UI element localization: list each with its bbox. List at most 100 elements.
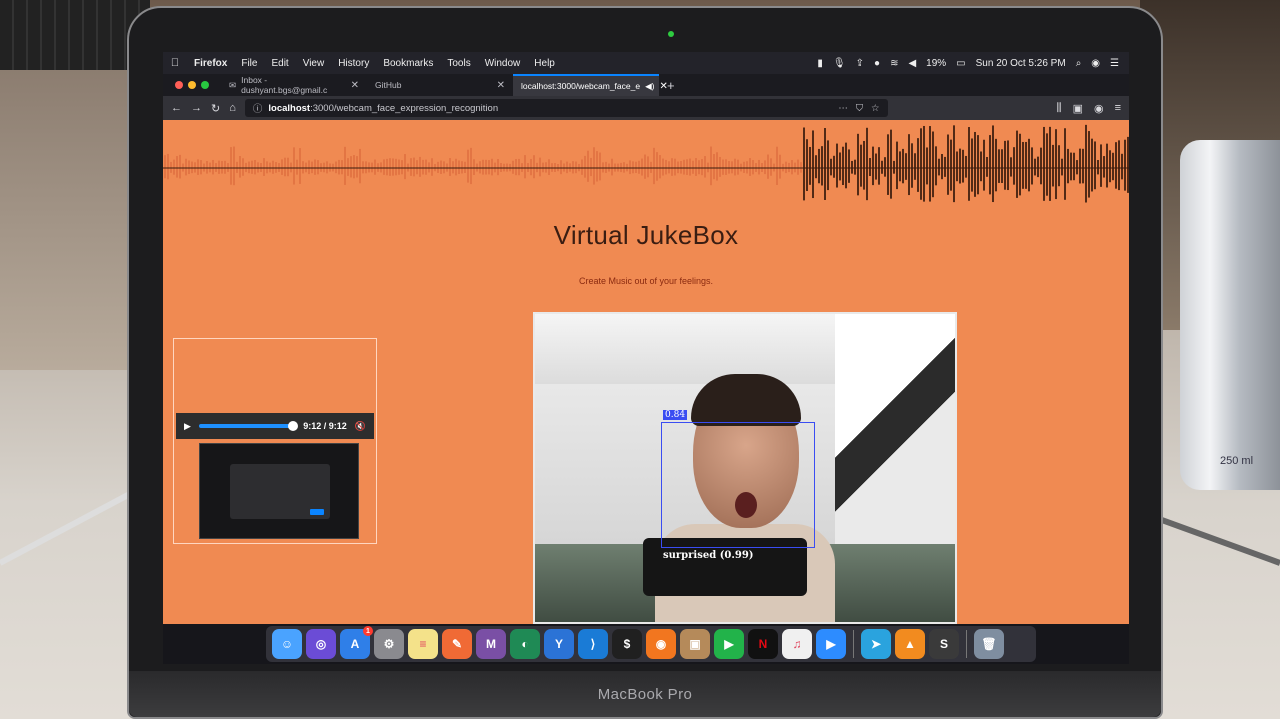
netflix-icon[interactable]: N: [748, 629, 778, 659]
play-icon[interactable]: ▶: [184, 421, 191, 432]
firefox-icon[interactable]: ◉: [646, 629, 676, 659]
audio-playing-icon[interactable]: ◀): [645, 81, 654, 92]
notes-icon[interactable]: ≡: [408, 629, 438, 659]
expression-label: surprised (0.99): [663, 550, 754, 561]
menu-history[interactable]: History: [331, 58, 376, 69]
tab-inbox[interactable]: ✉ Inbox - dushyant.bgs@gmail.c ✕: [221, 74, 367, 96]
postman-icon[interactable]: ✎: [442, 629, 472, 659]
window-controls: [163, 81, 221, 89]
menu-file[interactable]: File: [234, 58, 264, 69]
upload-icon[interactable]: ⇪: [856, 58, 864, 69]
telegram-icon[interactable]: ➤: [861, 629, 891, 659]
drink-can: 250 ml: [1180, 140, 1280, 490]
notification-center-icon[interactable]: ☰: [1110, 58, 1119, 69]
mongodb-compass-icon[interactable]: ◐: [510, 629, 540, 659]
wifi-icon[interactable]: ≋: [890, 58, 898, 69]
sublime-icon[interactable]: S: [929, 629, 959, 659]
battery-percent[interactable]: 19%: [926, 58, 946, 69]
battery-icon[interactable]: ▭: [956, 58, 965, 69]
video-progress-bar[interactable]: [198, 421, 299, 431]
siri-menubar-icon[interactable]: ◉: [1091, 58, 1100, 69]
menu-bookmarks[interactable]: Bookmarks: [376, 58, 440, 69]
detection-score: 0.84: [663, 410, 688, 420]
menu-help[interactable]: Help: [527, 58, 562, 69]
menu-window[interactable]: Window: [478, 58, 528, 69]
dock-area: ☺ ◎ A 1 ⚙ ≡ ✎ M ◐ Y ⟩ $ ◉ ▣ ▶ N ♫ ▶ ➤ ▲ S 🗑: [163, 624, 1129, 664]
tab-github[interactable]: GitHub ✕: [367, 74, 513, 96]
pocket-icon[interactable]: ⛉: [856, 103, 863, 114]
laptop-model-label: MacBook Pro: [597, 685, 693, 703]
url-host: localhost: [268, 102, 311, 114]
menu-firefox[interactable]: Firefox: [187, 58, 234, 69]
menubar-status-area: ▮ 🎙 ⇪ ● ≋ ◀ 19% ▭ Sun 20 Oct 5:26 PM ⌕ ◉…: [817, 58, 1129, 69]
app-store-icon[interactable]: A1: [340, 626, 373, 659]
vlc-icon[interactable]: ▲: [895, 629, 925, 659]
spotlight-search-icon[interactable]: ⌕: [1076, 58, 1082, 69]
tab-localhost[interactable]: localhost:3000/webcam_face_e ◀) ✕: [513, 74, 668, 96]
back-icon[interactable]: ←: [171, 102, 182, 114]
finder-icon[interactable]: ☺: [272, 629, 302, 659]
microphone-icon[interactable]: 🎙: [833, 58, 846, 69]
site-info-icon[interactable]: ⓘ: [253, 101, 263, 115]
play-icon[interactable]: ▶: [714, 629, 744, 659]
page-actions: ⋯ ⛉ ☆: [838, 103, 879, 114]
status-dot-icon[interactable]: ●: [874, 58, 880, 69]
close-window-button[interactable]: [175, 81, 183, 89]
itunes-icon[interactable]: ♫: [782, 629, 812, 659]
new-tab-button[interactable]: +: [659, 78, 683, 93]
sourcetree-icon[interactable]: Y: [544, 629, 574, 659]
macos-dock: ☺ ◎ A 1 ⚙ ≡ ✎ M ◐ Y ⟩ $ ◉ ▣ ▶ N ♫ ▶ ➤ ▲ S 🗑: [266, 626, 1036, 662]
laptop-chin: MacBook Pro: [129, 671, 1161, 717]
system-preferences-icon[interactable]: ⚙: [374, 629, 404, 659]
trash-icon[interactable]: 🗑: [974, 629, 1004, 659]
apple-menu-icon[interactable]: : [163, 57, 187, 69]
reload-icon[interactable]: ↻: [211, 102, 220, 115]
minimize-window-button[interactable]: [188, 81, 196, 89]
browser-tab-bar: ✉ Inbox - dushyant.bgs@gmail.c ✕ GitHub …: [163, 74, 1129, 96]
tab-label: localhost:3000/webcam_face_e: [521, 81, 641, 91]
floating-video-panel[interactable]: ▶ 9:12 / 9:12 🔇: [173, 338, 377, 544]
page-title: Virtual JukeBox: [553, 220, 739, 250]
mqtt-icon[interactable]: M: [476, 629, 506, 659]
url-text: localhost:3000/webcam_face_expression_re…: [268, 103, 498, 114]
volume-icon[interactable]: ◀: [908, 58, 916, 69]
video-camera-icon[interactable]: ▮: [817, 58, 823, 69]
app-store-badge: 1: [363, 626, 373, 636]
close-tab-icon[interactable]: ✕: [497, 80, 505, 91]
url-bar[interactable]: ⓘ localhost:3000/webcam_face_expression_…: [244, 99, 888, 117]
account-icon[interactable]: ◉: [1094, 102, 1104, 115]
toolbar-right: ⫼ ▣ ◉ ≡: [1057, 102, 1122, 115]
library-icon[interactable]: ⫼: [1057, 102, 1062, 115]
hamburger-menu-icon[interactable]: ≡: [1115, 102, 1121, 115]
web-page: Virtual JukeBox Create Music out of your…: [163, 120, 1129, 624]
bookmark-star-icon[interactable]: ☆: [871, 103, 880, 114]
screen:  Firefox File Edit View History Bookmar…: [163, 52, 1129, 664]
zoom-icon[interactable]: ▶: [816, 629, 846, 659]
maximize-window-button[interactable]: [201, 81, 209, 89]
video-duration: / 9:12: [323, 421, 347, 431]
terminal-icon[interactable]: $: [612, 629, 642, 659]
url-path: :3000/webcam_face_expression_recognition: [310, 102, 499, 114]
menu-edit[interactable]: Edit: [264, 58, 295, 69]
forward-icon[interactable]: →: [191, 102, 202, 114]
close-tab-icon[interactable]: ✕: [351, 80, 359, 91]
gmail-icon: ✉: [229, 79, 237, 90]
webcam-indicator-light: [668, 31, 674, 37]
dock-separator: [853, 630, 854, 658]
tab-label: Inbox - dushyant.bgs@gmail.c: [241, 75, 328, 95]
page-actions-icon[interactable]: ⋯: [838, 103, 848, 114]
home-icon[interactable]: ⌂: [229, 102, 236, 114]
menu-tools[interactable]: Tools: [440, 58, 477, 69]
mute-icon[interactable]: 🔇: [355, 421, 366, 432]
page-subtitle: Create Music out of your feelings.: [578, 276, 714, 286]
clock[interactable]: Sun 20 Oct 5:26 PM: [976, 58, 1066, 69]
face-detection-box: [661, 422, 815, 548]
sidebar-icon[interactable]: ▣: [1073, 102, 1083, 115]
thumbnail-button: [310, 509, 324, 515]
menu-view[interactable]: View: [296, 58, 332, 69]
vscode-icon[interactable]: ⟩: [578, 629, 608, 659]
video-current-time: 9:12: [303, 421, 322, 431]
siri-icon[interactable]: ◎: [306, 629, 336, 659]
contacts-icon[interactable]: ▣: [680, 629, 710, 659]
tab-label: GitHub: [375, 80, 402, 90]
